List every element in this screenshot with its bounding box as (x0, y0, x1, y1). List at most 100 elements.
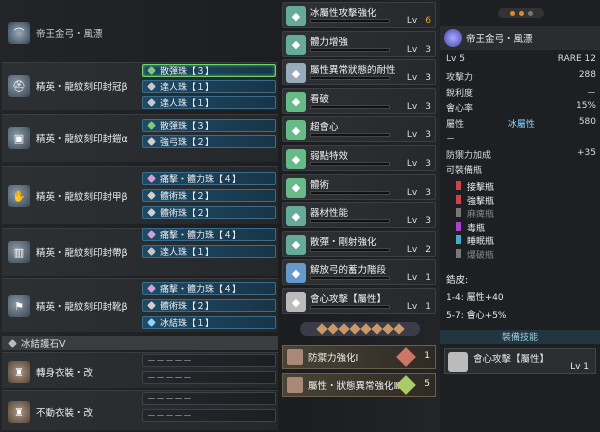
deco-slot[interactable]: 痛擊・體力珠【４】 (142, 172, 276, 185)
gem-icon (147, 82, 156, 91)
deco-slot[interactable]: 散彈珠【３】 (142, 64, 276, 77)
gem-icon (381, 323, 394, 335)
skill-row[interactable]: ◆ 冰屬性攻擊強化 Lv 6 (282, 2, 436, 28)
skill-bar (310, 133, 390, 138)
deco-slot[interactable]: 體術珠【２】 (142, 189, 276, 202)
skill-row[interactable]: ◆ 器材性能 Lv 3 (282, 202, 436, 229)
skill-row[interactable]: ◆ 散彈・剛射強化 Lv 2 (282, 230, 436, 257)
note-line: 1-4: 屬性+40 (446, 293, 504, 303)
gem-icon (147, 66, 156, 75)
deco-label: －－－－－ (147, 374, 193, 384)
set-bonus-row[interactable]: 防禦力強化Ⅰ 1 (282, 345, 436, 369)
deco-slot[interactable]: 達人珠【１】 (142, 80, 276, 93)
deco-label: 痛擊・體力珠【４】 (160, 231, 242, 241)
stat-value: 580 (578, 116, 596, 127)
skill-row[interactable]: ◆ 屬性異常狀態的耐性 Lv 3 (282, 59, 436, 86)
vial-icon (456, 248, 461, 258)
skill-row[interactable]: ◆ 解放弓的蓄力階段 Lv 1 (282, 259, 436, 286)
deco-slot[interactable]: 體術珠【２】 (142, 299, 276, 312)
charm-section[interactable]: 冰結護石Ⅴ (2, 336, 278, 350)
deco-slot-empty[interactable]: －－－－－ (142, 354, 276, 367)
equip-skill-row[interactable]: 會心攻擊【屬性】 Lv 1 (444, 348, 596, 374)
skill-name: 器材性能 (310, 208, 349, 220)
skill-icon: ◆ (286, 206, 306, 227)
gem-icon (147, 318, 156, 327)
stat-row: 可裝備瓶 (446, 163, 596, 176)
skill-row[interactable]: ◆ 弱點特效 Lv 3 (282, 145, 436, 171)
stat-value: 288 (578, 70, 596, 80)
skill-level: Lv 3 (406, 187, 431, 198)
coating-item: 強擊瓶 (456, 194, 494, 207)
deco-slot[interactable]: 強弓珠【２】 (142, 135, 276, 148)
stat-row: 會心率 15% (446, 101, 596, 114)
weapon-detail-panel: 帝王金弓・風漂 Lv 5 RARE 12 攻擊力 288 銳利度 － 會心率 15% 屬性 冰屬… (440, 0, 600, 432)
deco-slot-empty[interactable]: －－－－－ (142, 409, 276, 422)
skill-name: 體術 (310, 179, 330, 191)
skill-icon: ◆ (286, 177, 306, 198)
helm-icon: ⛑ (8, 75, 30, 97)
skill-icon: ◆ (286, 6, 306, 26)
deco-slot[interactable]: 體術珠【２】 (142, 206, 276, 219)
skill-bar (310, 305, 390, 309)
gem-icon (315, 323, 328, 335)
charm-section-label: 冰結護石Ⅴ (21, 339, 66, 350)
stat-element: 冰屬性 (507, 119, 535, 130)
belt-icon: ▥ (8, 241, 30, 263)
equip-name: 精英・龍紋刻印封鎧α (36, 134, 128, 145)
vial-icon (456, 181, 461, 190)
skill-icon: ◆ (286, 292, 306, 312)
deco-label: 達人珠【１】 (160, 83, 215, 93)
skill-row[interactable]: ◆ 體術 Lv 3 (282, 173, 436, 200)
bonus-gem-icon (396, 347, 416, 367)
deco-slot-empty[interactable]: －－－－－ (142, 392, 276, 405)
bow-icon (444, 29, 462, 47)
deco-slot[interactable]: 痛擊・體力珠【４】 (142, 282, 276, 295)
skill-row[interactable]: ◆ 看破 Lv 3 (282, 87, 436, 114)
page-indicator[interactable] (498, 8, 544, 18)
coating-item: 接擊瓶 (456, 180, 494, 193)
weapon-name: 帝王金弓・風漂 (466, 34, 533, 45)
page-dot (527, 10, 533, 16)
equip-skill-name: 會心攻擊【屬性】 (473, 354, 550, 365)
set-bonus-row[interactable]: 屬性・狀態異常強化Ⅲ 5 (282, 373, 436, 397)
vial-icon (456, 221, 461, 231)
deco-label: 散彈珠【３】 (160, 122, 215, 132)
stat-row: 銳利度 － (446, 86, 596, 99)
vial-icon (456, 208, 461, 217)
skill-name: 解放弓的蓄力階段 (310, 265, 387, 277)
page-dot (509, 10, 515, 16)
set-bonus-name: 防禦力強化Ⅰ (308, 353, 359, 364)
skill-icon: ◆ (286, 263, 306, 284)
gem-icon (147, 301, 156, 310)
charm-header: ⌒ 帝王金弓・風漂 (2, 18, 140, 48)
deco-slot[interactable]: 冰結珠【１】 (142, 316, 276, 329)
skill-bar (310, 76, 390, 81)
skill-bar (310, 19, 390, 23)
deco-label: 冰結珠【１】 (160, 319, 215, 329)
skill-row[interactable]: ◆ 會心攻擊【屬性】 Lv 1 (282, 288, 436, 314)
skill-bar (310, 47, 390, 52)
deco-slot[interactable]: 痛擊・體力珠【４】 (142, 228, 276, 241)
stat-label: 防禦力加成 (446, 150, 492, 161)
deco-slot[interactable]: 散彈珠【３】 (142, 119, 276, 132)
charm-icon (8, 338, 17, 348)
deco-slot[interactable]: 達人珠【１】 (142, 245, 276, 258)
skill-level: Lv 3 (406, 73, 431, 84)
set-bonus-name: 屬性・狀態異常強化Ⅲ (308, 381, 401, 392)
gem-icon (147, 121, 156, 130)
slot-gem-strip (300, 322, 420, 336)
skill-name: 體力增強 (310, 36, 349, 48)
skill-row[interactable]: ◆ 體力增強 Lv 3 (282, 30, 436, 57)
deco-label: －－－－－ (147, 357, 193, 367)
skill-name: 屬性異常狀態的耐性 (310, 65, 396, 77)
deco-label: －－－－－ (147, 395, 193, 405)
deco-label: 達人珠【１】 (160, 248, 215, 258)
deco-slot[interactable]: 達人珠【１】 (142, 96, 276, 109)
deco-label: 體術珠【２】 (160, 302, 215, 312)
skill-icon: ◆ (286, 149, 306, 169)
skill-row[interactable]: ◆ 超會心 Lv 3 (282, 116, 436, 143)
mantle-name: 轉身衣裝・改 (36, 368, 94, 379)
deco-label: －－－－－ (147, 412, 193, 422)
deco-slot-empty[interactable]: －－－－－ (142, 371, 276, 384)
coating-item: 睡眠瓶 (456, 234, 494, 247)
